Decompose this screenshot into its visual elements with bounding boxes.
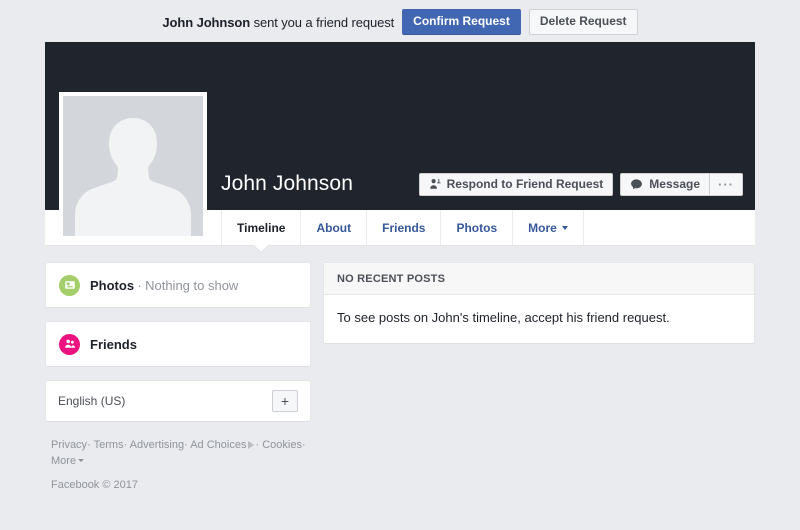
- photos-card[interactable]: Photos · Nothing to show: [45, 262, 311, 308]
- footer-links: Privacy· Terms· Advertising· Ad Choices ·…: [45, 435, 311, 493]
- friend-request-icon: [429, 178, 441, 190]
- footer-link-ad-choices[interactable]: Ad Choices: [190, 439, 246, 451]
- profile-columns: Photos · Nothing to show Friends English…: [45, 246, 755, 493]
- footer-more-caret-icon: [78, 459, 85, 462]
- footer-sep-5: ·: [301, 439, 306, 451]
- right-column: NO RECENT POSTS To see posts on John's t…: [323, 262, 755, 357]
- language-card: English (US) +: [45, 380, 311, 422]
- plus-icon: +: [280, 393, 290, 409]
- add-language-button[interactable]: +: [272, 390, 298, 412]
- footer-sep-2: ·: [123, 439, 128, 451]
- friends-card[interactable]: Friends: [45, 321, 311, 367]
- photos-label: Photos: [90, 277, 135, 293]
- chevron-down-icon: [561, 225, 568, 230]
- copyright-text: Facebook © 2017: [51, 479, 138, 491]
- user-silhouette-icon: [75, 118, 191, 236]
- photos-status: Nothing to show: [145, 277, 239, 293]
- footer-link-terms[interactable]: Terms: [94, 439, 124, 451]
- footer-sep-4: ·: [255, 439, 260, 451]
- tab-photos[interactable]: Photos: [440, 210, 512, 245]
- profile-action-buttons: Respond to Friend Request Message ···: [418, 172, 743, 196]
- tab-bar-filler: [582, 210, 755, 245]
- tab-more[interactable]: More: [512, 210, 583, 245]
- ellipsis-icon: ···: [718, 176, 734, 192]
- requester-name: John Johnson: [162, 14, 251, 30]
- confirm-request-button[interactable]: Confirm Request: [402, 9, 521, 35]
- friend-request-message: John Johnson sent you a friend request: [162, 15, 394, 30]
- tab-timeline-label: Timeline: [237, 220, 286, 235]
- photos-separator: ·: [137, 277, 142, 293]
- message-button-group: Message ···: [620, 172, 743, 196]
- profile-container: John Johnson Respond to Friend Request M…: [45, 42, 755, 493]
- friend-request-bar: John Johnson sent you a friend request C…: [0, 0, 800, 42]
- respond-to-friend-request-button[interactable]: Respond to Friend Request: [418, 172, 614, 196]
- delete-request-button[interactable]: Delete Request: [528, 9, 638, 35]
- message-bubble-icon: [630, 178, 643, 191]
- tab-more-label: More: [528, 220, 557, 235]
- respond-button-label: Respond to Friend Request: [446, 177, 604, 191]
- footer-link-advertising[interactable]: Advertising: [130, 439, 184, 451]
- no-recent-posts-body: To see posts on John's timeline, accept …: [337, 310, 670, 325]
- tab-friends[interactable]: Friends: [366, 210, 440, 245]
- profile-picture-frame[interactable]: [59, 92, 207, 240]
- footer-link-cookies[interactable]: Cookies: [262, 439, 302, 451]
- message-button[interactable]: Message: [621, 174, 709, 195]
- tab-about[interactable]: About: [300, 210, 366, 245]
- message-button-label: Message: [649, 177, 700, 191]
- request-message-text: sent you a friend request: [250, 14, 395, 30]
- profile-name: John Johnson: [221, 172, 353, 195]
- footer-sep-1: ·: [87, 439, 91, 451]
- current-language[interactable]: English (US): [58, 394, 125, 408]
- footer-link-more[interactable]: More: [51, 455, 76, 467]
- no-recent-posts-header: NO RECENT POSTS: [324, 263, 754, 295]
- no-recent-posts-card: NO RECENT POSTS To see posts on John's t…: [323, 262, 755, 344]
- footer-link-privacy[interactable]: Privacy: [51, 439, 87, 451]
- friends-row: Friends: [46, 322, 310, 366]
- avatar: [63, 96, 203, 236]
- more-options-button[interactable]: ···: [710, 174, 742, 195]
- photos-icon: [59, 274, 80, 296]
- tab-friends-label: Friends: [382, 220, 426, 235]
- tab-photos-label: Photos: [456, 220, 498, 235]
- footer-sep-3: ·: [184, 439, 188, 451]
- friends-label: Friends: [90, 336, 137, 352]
- photos-row: Photos · Nothing to show: [46, 263, 310, 307]
- photos-label-group: Photos · Nothing to show: [90, 278, 238, 293]
- tab-timeline[interactable]: Timeline: [221, 210, 300, 252]
- tab-about-label: About: [316, 220, 352, 235]
- ad-choices-icon: [248, 441, 255, 449]
- friends-icon: [59, 333, 80, 355]
- left-column: Photos · Nothing to show Friends English…: [45, 262, 311, 493]
